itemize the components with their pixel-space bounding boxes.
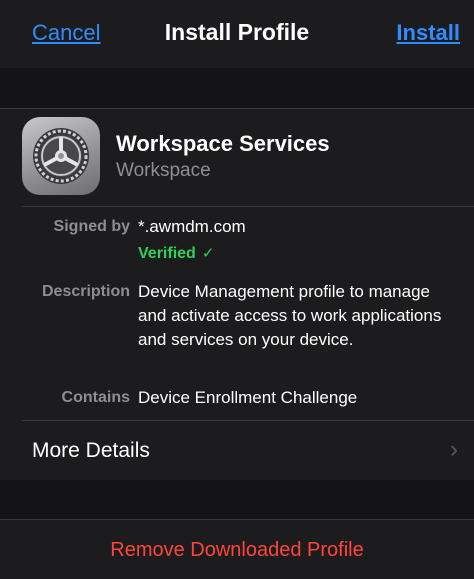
navigation-bar: Cancel Install Profile Install [0, 0, 474, 68]
signed-by-label: Signed by [53, 218, 130, 235]
signed-by-value: *.awmdm.com [138, 217, 246, 236]
verified-status: Verified ✓ [138, 244, 214, 263]
contains-value: Device Enrollment Challenge [138, 388, 358, 407]
settings-gear-icon [22, 117, 100, 195]
section-spacer-bottom [0, 480, 474, 520]
description-label: Description [41, 283, 130, 300]
chevron-right-icon: › [450, 436, 458, 463]
divider [22, 206, 474, 207]
description-value: Device Management profile to manage and … [138, 282, 442, 349]
section-spacer-top [0, 68, 474, 108]
install-button[interactable]: Install [396, 20, 460, 46]
remove-downloaded-profile-button[interactable]: Remove Downloaded Profile [0, 520, 474, 579]
more-details-label: More Details [32, 439, 150, 462]
remove-downloaded-profile-label: Remove Downloaded Profile [110, 539, 364, 561]
checkmark-icon: ✓ [201, 245, 215, 262]
install-profile-screen: Cancel Install Profile Install Workspace… [0, 0, 474, 579]
contains-label: Contains [61, 389, 130, 406]
profile-name: Workspace Services [116, 131, 330, 156]
more-details-row[interactable]: More Details › [0, 421, 474, 480]
verified-label: Verified [138, 245, 196, 262]
profile-organization: Workspace [116, 160, 211, 181]
